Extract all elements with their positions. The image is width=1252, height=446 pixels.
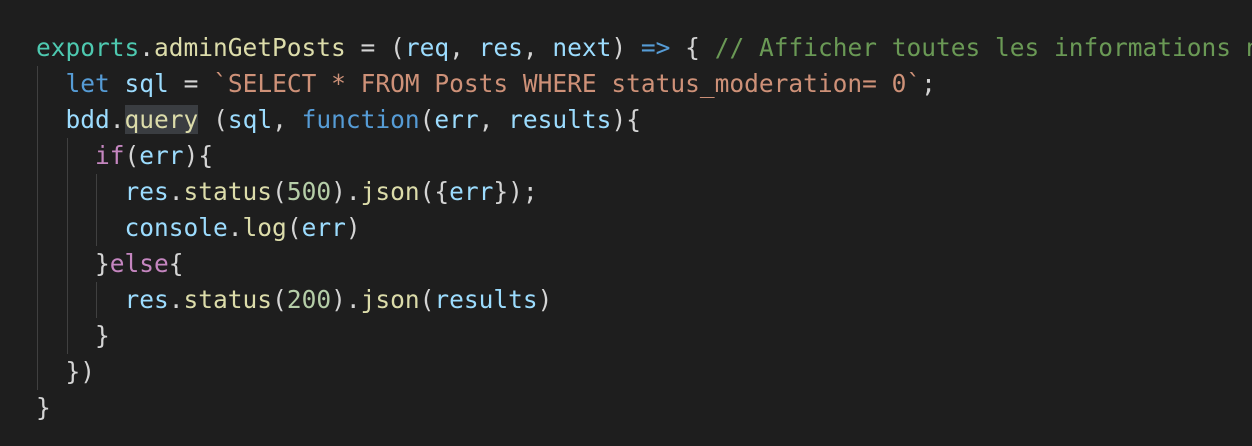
code-token: sql <box>124 69 169 98</box>
code-token: ( <box>198 105 228 134</box>
code-token: , <box>272 105 302 134</box>
code-line[interactable]: } <box>36 318 110 354</box>
code-line[interactable]: let sql = `SELECT * FROM Posts WHERE sta… <box>36 66 936 102</box>
code-token: adminGetPosts <box>154 33 346 62</box>
code-token: results <box>508 105 612 134</box>
code-token: status <box>183 177 273 206</box>
code-editor[interactable]: exports.adminGetPosts = (req, res, next)… <box>0 0 1252 446</box>
code-line[interactable]: res.status(500).json({err}); <box>36 174 538 210</box>
code-token: ( <box>272 285 287 314</box>
code-token: ({ <box>419 177 450 206</box>
code-token: } <box>95 249 110 278</box>
code-line[interactable]: res.status(200).json(results) <box>36 282 553 318</box>
code-token: = ( <box>345 33 405 62</box>
code-token: err <box>139 141 184 170</box>
code-token: } <box>36 393 51 422</box>
code-token: ) <box>345 213 361 242</box>
code-line[interactable]: console.log(err) <box>36 210 361 246</box>
code-token: . <box>168 285 184 314</box>
code-token: `SELECT * FROM Posts WHERE status_modera… <box>213 69 922 98</box>
code-token: 200 <box>286 285 332 314</box>
code-line[interactable]: } <box>36 390 51 426</box>
code-token: ; <box>921 69 936 98</box>
code-token: bdd <box>65 105 110 134</box>
code-token: ){ <box>183 141 214 170</box>
code-token: ( <box>272 177 287 206</box>
code-token: results <box>434 285 538 314</box>
code-token: req <box>404 33 450 62</box>
code-token: log <box>242 213 287 242</box>
code-token: }) <box>65 357 96 386</box>
code-token: ) <box>611 33 641 62</box>
code-token: json <box>360 177 420 206</box>
code-line[interactable]: }) <box>36 354 96 390</box>
code-token: }); <box>493 177 538 206</box>
code-token: { <box>168 249 184 278</box>
code-token: status <box>183 285 273 314</box>
code-token: exports <box>36 33 140 62</box>
code-token: res <box>478 33 523 62</box>
code-token: ( <box>419 285 435 314</box>
code-token: res <box>124 177 169 206</box>
code-token: res <box>124 285 169 314</box>
code-token: ( <box>124 141 140 170</box>
code-token: { <box>670 33 715 62</box>
code-token: 500 <box>286 177 332 206</box>
code-token: ). <box>331 285 361 314</box>
code-token: err <box>434 105 479 134</box>
code-line[interactable]: bdd.query (sql, function(err, results){ <box>36 102 641 138</box>
code-token: ) <box>537 285 553 314</box>
code-line[interactable]: if(err){ <box>36 138 213 174</box>
code-token: sql <box>227 105 273 134</box>
code-line[interactable]: exports.adminGetPosts = (req, res, next)… <box>36 30 1252 66</box>
code-token: function <box>301 105 420 134</box>
code-token: . <box>109 105 125 134</box>
code-token: , <box>449 33 479 62</box>
code-token: json <box>360 285 420 314</box>
highlighted-token: query <box>124 105 199 134</box>
code-token: err <box>449 177 494 206</box>
code-token: } <box>95 321 110 350</box>
code-token: . <box>168 177 184 206</box>
code-token: , <box>478 105 509 134</box>
code-token: let <box>65 69 110 98</box>
code-token: ){ <box>611 105 641 134</box>
code-token: ( <box>419 105 435 134</box>
code-token: console <box>124 213 228 242</box>
code-token: if <box>95 141 125 170</box>
code-token: next <box>552 33 612 62</box>
code-token: = <box>168 69 214 98</box>
code-token: else <box>109 249 169 278</box>
code-token: ( <box>286 213 302 242</box>
code-token: => <box>640 33 671 62</box>
code-token: . <box>227 213 243 242</box>
code-token: , <box>522 33 553 62</box>
code-token: . <box>139 33 155 62</box>
code-token: // Afficher toutes les informations ne <box>714 33 1252 62</box>
code-line[interactable]: }else{ <box>36 246 184 282</box>
code-token: ). <box>331 177 361 206</box>
code-token: err <box>301 213 346 242</box>
